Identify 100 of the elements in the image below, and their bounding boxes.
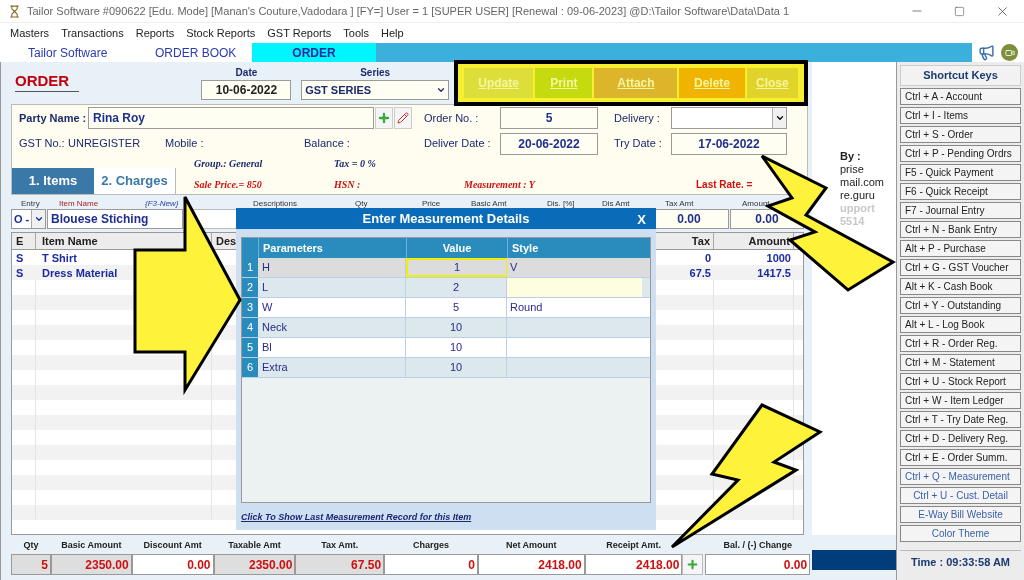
total-value: 2418.00: [584, 554, 683, 575]
table-cell: 1: [406, 258, 507, 277]
field-label: Deliver Date :: [424, 136, 492, 152]
party-name-field[interactable]: Rina Roy: [88, 107, 374, 130]
shortcut-button[interactable]: Alt + L - Log Book: [900, 316, 1021, 333]
shortcut-button[interactable]: F7 - Journal Entry: [900, 202, 1021, 219]
measurement-row[interactable]: 6 Extra 10: [242, 358, 650, 378]
shortcut-button[interactable]: Ctrl + G - GST Voucher: [900, 259, 1021, 276]
shortcut-button[interactable]: Ctrl + S - Order: [900, 126, 1021, 143]
try-date-field[interactable]: 17-06-2022: [671, 132, 787, 155]
total-value: 0.00: [705, 554, 811, 575]
table-cell-text: 67.5: [688, 266, 712, 280]
edit-button[interactable]: [394, 107, 412, 130]
table-cell: 5: [406, 298, 507, 317]
shortcut-button[interactable]: Ctrl + A - Account: [900, 88, 1021, 105]
shortcut-button[interactable]: E-Way Bill Website: [900, 506, 1021, 523]
entry-header: {F3-New}: [145, 199, 180, 208]
entry-header: Entry: [20, 199, 41, 208]
sale-price: Sale Price.= 850: [194, 178, 263, 192]
last-rate: Last Rate. =: [696, 178, 753, 192]
shortcut-button[interactable]: Ctrl + N - Bank Entry: [900, 221, 1021, 238]
measurement-row[interactable]: 1 H 1 V: [242, 258, 650, 278]
table-cell-text: V: [509, 260, 519, 276]
add-button[interactable]: [375, 107, 393, 130]
menu-item[interactable]: Masters: [10, 24, 50, 42]
contact-text: re.guru: [840, 189, 875, 202]
video-icon[interactable]: [1001, 44, 1018, 61]
item-group: Group.: General: [194, 156, 334, 171]
clock-text: Time : 09:33:58 AM: [900, 550, 1021, 574]
total-value: 0.00: [131, 554, 214, 575]
nav-tab[interactable]: Tailor Software: [0, 43, 150, 62]
shortcut-button[interactable]: Ctrl + R - Order Reg.: [900, 335, 1021, 352]
entry-header: Dis. [%]: [547, 199, 576, 208]
dialog-close-button[interactable]: X: [637, 210, 646, 230]
dropdown-button[interactable]: [31, 210, 45, 228]
date-label: Date: [235, 66, 258, 80]
total-value: 2350.00: [213, 554, 296, 575]
shortcut-button[interactable]: Ctrl + W - Item Ledger: [900, 392, 1021, 409]
total-label: Discount Amt: [143, 538, 202, 552]
order-no-field[interactable]: 5: [500, 107, 598, 130]
table-cell: Extra: [258, 358, 406, 377]
table-cell-text: S: [15, 266, 25, 280]
menu-item[interactable]: Tools: [343, 24, 369, 42]
nav-tab[interactable]: ORDER BOOK: [150, 43, 252, 62]
series-label: Series: [360, 66, 391, 80]
shortcut-button[interactable]: Ctrl + I - Items: [900, 107, 1021, 124]
measurement-row[interactable]: 5 Bl 10: [242, 338, 650, 358]
field-label: Mobile :: [165, 136, 205, 152]
shortcut-button[interactable]: Ctrl + T - Try Date Reg.: [900, 411, 1021, 428]
add-receipt-button[interactable]: [682, 554, 704, 575]
shortcut-button[interactable]: Ctrl + U - Stock Report: [900, 373, 1021, 390]
menu-item[interactable]: Transactions: [61, 24, 124, 42]
measurement-text: Measurement : Y: [464, 178, 537, 192]
tax-rate: Tax = 0 %: [334, 157, 377, 171]
section-tab[interactable]: 1. Items: [12, 168, 94, 194]
table-cell: W: [258, 298, 406, 317]
shortcut-button[interactable]: Alt + P - Purchase: [900, 240, 1021, 257]
shortcut-button[interactable]: Ctrl + Y - Outstanding: [900, 297, 1021, 314]
maximize-icon[interactable]: [954, 5, 965, 17]
table-cell: L: [258, 278, 406, 297]
last-measurement-link[interactable]: Click To Show Last Measurement Record for this Item: [241, 511, 651, 525]
section-tab[interactable]: 2. Charges: [94, 168, 176, 194]
shortcut-button[interactable]: Ctrl + M - Statement: [900, 354, 1021, 371]
series-dropdown[interactable]: GST SERIES: [301, 80, 450, 100]
menu-item[interactable]: Reports: [135, 24, 175, 42]
measurement-row[interactable]: 4 Neck 10: [242, 318, 650, 338]
deliver-date-field[interactable]: 20-06-2022: [500, 132, 598, 155]
measurement-row[interactable]: 2 L 2: [242, 278, 650, 298]
item-name-field[interactable]: Blouese Stiching: [47, 209, 183, 229]
menu-item[interactable]: Stock Reports: [186, 24, 256, 42]
nav-tab[interactable]: ORDER: [252, 43, 376, 62]
dropdown-button[interactable]: [772, 108, 786, 129]
date-field[interactable]: 10-06-2022: [201, 80, 292, 100]
menu-item[interactable]: GST Reports: [267, 24, 332, 42]
shortcut-button[interactable]: Alt + K - Cash Book: [900, 278, 1021, 295]
shortcut-button[interactable]: Ctrl + Q - Measurement: [900, 468, 1021, 485]
shortcut-button[interactable]: Ctrl + P - Pending Ordrs: [900, 145, 1021, 162]
shortcut-button[interactable]: Ctrl + D - Delivery Reg.: [900, 430, 1021, 447]
menu-item[interactable]: Help: [381, 24, 404, 42]
entry-type-dropdown[interactable]: O -: [11, 209, 46, 229]
window-title: Tailor Software #090622 [Edu. Mode] [Manan's Couture,Vadodara ] [FY=] User = 1 [SUPER USER] [Renewal : 09-06-2023] @D:\Tailor Software\Data\Data 1: [27, 3, 790, 19]
shortcut-button[interactable]: Ctrl + E - Order Summ.: [900, 449, 1021, 466]
gst-label: GST No.:: [18, 136, 66, 152]
shortcut-button[interactable]: Ctrl + U - Cust. Detail: [900, 487, 1021, 504]
row-number: 5: [242, 338, 258, 357]
shortcut-button[interactable]: F6 - Quick Receipt: [900, 183, 1021, 200]
measurement-row[interactable]: 3 W 5 Round: [242, 298, 650, 318]
megaphone-icon[interactable]: [978, 44, 995, 61]
shortcut-button[interactable]: F5 - Quick Payment: [900, 164, 1021, 181]
hsn-label: HSN :: [334, 178, 362, 192]
contact-text: prise: [840, 163, 864, 176]
entry-header: Dis Amt: [602, 199, 631, 208]
total-label: Net Amount: [505, 538, 557, 552]
shortcut-button[interactable]: Color Theme: [900, 525, 1021, 542]
table-cell: Bl: [258, 338, 406, 357]
total-value: 67.50: [295, 554, 385, 575]
total-value: 5: [11, 554, 51, 575]
field-label: Party Name :: [18, 110, 88, 126]
total-label: Basic Amount: [61, 538, 122, 552]
plus-icon: [377, 111, 391, 126]
